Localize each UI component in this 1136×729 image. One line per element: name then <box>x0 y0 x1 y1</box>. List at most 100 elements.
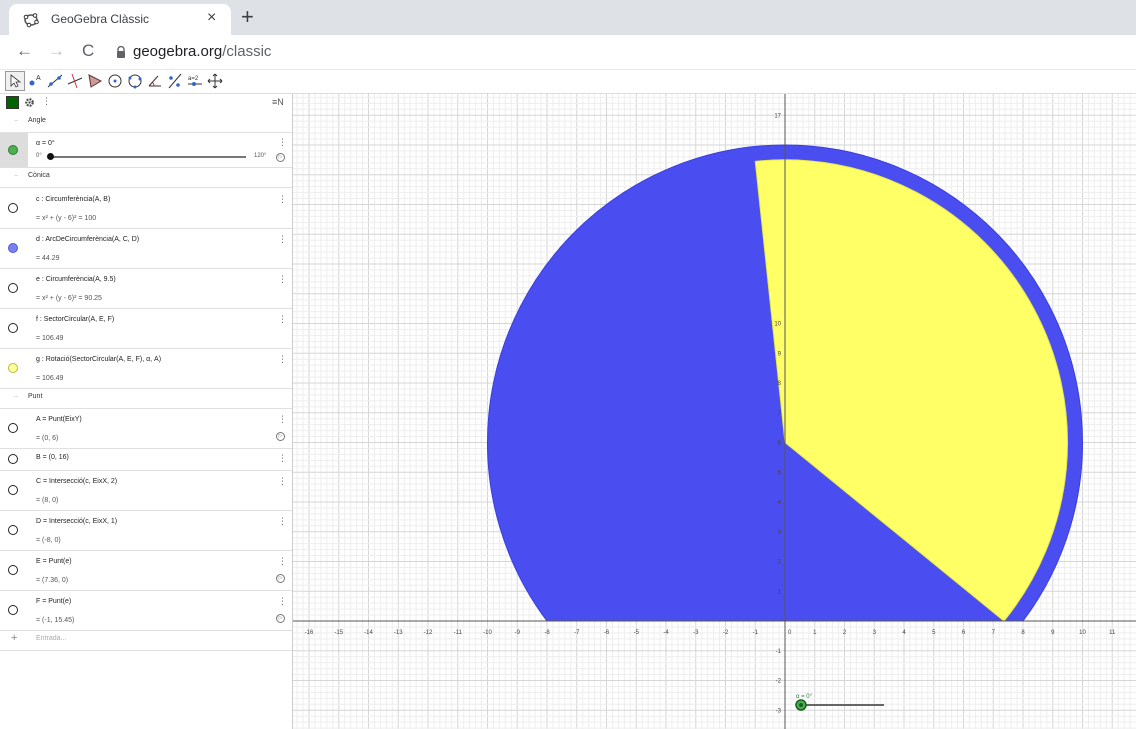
slider-alpha-label: α = 0° <box>796 694 813 700</box>
section-conica[interactable]: − Cònica <box>0 167 292 188</box>
conic-row[interactable]: e : Circumferència(A, 9.5) = x² + (y - 6)… <box>0 268 292 309</box>
section-punt[interactable]: − Punt <box>0 388 292 409</box>
conic-row[interactable]: f : SectorCircular(A, E, F) = 106.49 ⋮ <box>0 308 292 349</box>
conic-definition: g : Rotació(SectorCircular(A, E, F), α, … <box>36 356 162 363</box>
x-tick-label: 11 <box>1109 630 1116 636</box>
x-tick-label: -11 <box>454 630 463 636</box>
visibility-marker[interactable] <box>8 283 18 293</box>
more-options-icon[interactable]: ⋮ <box>278 194 287 205</box>
x-tick-label: -10 <box>483 630 492 636</box>
style-color-icon[interactable] <box>6 96 19 109</box>
url-domain: geogebra.org <box>133 43 223 60</box>
algebra-menu-icon[interactable]: ⋮ <box>42 96 51 107</box>
new-tab-button[interactable]: + <box>241 4 254 30</box>
reflect-tool-icon[interactable] <box>166 72 184 90</box>
slider-max: 120° <box>254 153 267 159</box>
circle-three-points-icon[interactable] <box>126 72 144 90</box>
visibility-marker[interactable] <box>8 485 18 495</box>
more-options-icon[interactable]: ⋮ <box>278 556 287 567</box>
slider-min: 0° <box>36 153 42 159</box>
visibility-marker[interactable] <box>8 145 18 155</box>
slider-thumb[interactable] <box>47 153 54 160</box>
more-options-icon[interactable]: ⋮ <box>278 234 287 245</box>
marker-box <box>0 228 28 268</box>
visibility-marker[interactable] <box>8 243 18 253</box>
input-bar[interactable]: + Entrada... <box>0 628 292 651</box>
play-icon[interactable]: ▷ <box>276 614 285 623</box>
more-options-icon[interactable]: ⋮ <box>278 596 287 607</box>
reload-button[interactable]: C <box>82 41 94 61</box>
x-tick-label: -1 <box>753 630 759 636</box>
polygon-tool-icon[interactable] <box>86 72 104 90</box>
visibility-marker[interactable] <box>8 423 18 433</box>
visibility-marker[interactable] <box>8 605 18 615</box>
move-tool-icon[interactable] <box>5 71 25 91</box>
conic-value: = x² + (y - 6)² = 100 <box>36 215 97 222</box>
x-tick-label: -9 <box>515 630 521 636</box>
point-row[interactable]: E = Punt(e) = (7.36, 0) ⋮ ▷ <box>0 550 292 591</box>
more-options-icon[interactable]: ⋮ <box>278 476 287 487</box>
more-options-icon[interactable]: ⋮ <box>278 414 287 425</box>
slider-tool-icon[interactable]: a=2 <box>186 72 204 90</box>
point-row[interactable]: A = Punt(EixY) = (0, 6) ⋮ ▷ <box>0 408 292 449</box>
line-tool-icon[interactable] <box>46 72 64 90</box>
visibility-marker[interactable] <box>8 565 18 575</box>
tab-close-icon[interactable]: × <box>207 9 216 27</box>
section-label: Angle <box>28 117 46 124</box>
visibility-marker[interactable] <box>8 454 18 464</box>
forward-button[interactable]: → <box>48 41 65 61</box>
x-tick-label: -8 <box>544 630 550 636</box>
move-graphics-icon[interactable] <box>206 72 224 90</box>
point-row[interactable]: D = Intersecció(c, EixX, 1) = (-8, 0) ⋮ <box>0 510 292 551</box>
sort-icon[interactable]: ≡N <box>272 97 284 107</box>
graphics-view[interactable]: -16 -15 -14 -13 -12 -11 -10 -9 -8 -7 -6 -5 -4 -3 -2 -1 1… <box>293 94 1136 729</box>
section-label: Cònica <box>28 172 50 179</box>
gear-icon[interactable] <box>24 97 35 108</box>
add-icon[interactable]: + <box>11 632 17 644</box>
more-options-icon[interactable]: ⋮ <box>278 314 287 325</box>
conic-row[interactable]: g : Rotació(SectorCircular(A, E, F), α, … <box>0 348 292 389</box>
conic-definition: c : Circumferència(A, B) <box>36 196 111 203</box>
visibility-marker[interactable] <box>8 363 18 373</box>
visibility-marker[interactable] <box>8 525 18 535</box>
lock-icon <box>117 46 125 58</box>
back-button[interactable]: ← <box>16 41 33 61</box>
geogebra-favicon-icon <box>23 13 39 28</box>
point-definition: E = Punt(e) <box>36 558 72 565</box>
slider-row-alpha[interactable]: α = 0° 0° 120° ⋮ ▷ <box>0 133 292 168</box>
svg-text:a=2: a=2 <box>188 76 199 82</box>
conic-row[interactable]: d : ArcDeCircumferència(A, C, D) = 44.29 ⋮ <box>0 228 292 269</box>
url-field[interactable]: geogebra.org/classic <box>133 43 271 60</box>
point-row[interactable]: B = (0, 16) ⋮ <box>0 448 292 471</box>
more-options-icon[interactable]: ⋮ <box>278 274 287 285</box>
point-definition: D = Intersecció(c, EixX, 1) <box>36 518 118 525</box>
visibility-marker[interactable] <box>8 323 18 333</box>
point-row[interactable]: C = Intersecció(c, EixX, 2) = (8, 0) ⋮ <box>0 470 292 511</box>
play-icon[interactable]: ▷ <box>276 432 285 441</box>
visibility-marker[interactable] <box>8 203 18 213</box>
marker-box <box>0 408 28 448</box>
conic-row[interactable]: c : Circumferència(A, B) = x² + (y - 6)² … <box>0 188 292 229</box>
marker-box <box>0 268 28 308</box>
more-options-icon[interactable]: ⋮ <box>278 453 287 464</box>
y-tick-label: -2 <box>776 679 782 685</box>
x-tick-label: 10 <box>1079 630 1086 636</box>
x-tick-label: -12 <box>424 630 433 636</box>
more-options-icon[interactable]: ⋮ <box>278 137 287 148</box>
point-row[interactable]: F = Punt(e) = (-1, 15.45) ⋮ ▷ <box>0 590 292 631</box>
slider-track[interactable] <box>50 156 246 158</box>
perpendicular-tool-icon[interactable] <box>66 72 84 90</box>
play-icon[interactable]: ▷ <box>276 574 285 583</box>
marker-box <box>0 448 28 470</box>
section-angle[interactable]: − Angle <box>0 112 292 133</box>
play-icon[interactable]: ▷ <box>276 153 285 162</box>
browser-tab[interactable]: GeoGebra Clàssic × <box>9 4 231 35</box>
collapse-icon: − <box>14 394 19 401</box>
circle-tool-icon[interactable] <box>106 72 124 90</box>
point-tool-icon[interactable]: A <box>26 72 44 90</box>
angle-tool-icon[interactable] <box>146 72 164 90</box>
more-options-icon[interactable]: ⋮ <box>278 516 287 527</box>
slider-alpha-handle-dot <box>799 703 803 707</box>
graphics-canvas[interactable]: -16 -15 -14 -13 -12 -11 -10 -9 -8 -7 -6 -5 -4 -3 -2 -1 1… <box>293 94 1136 729</box>
more-options-icon[interactable]: ⋮ <box>278 354 287 365</box>
